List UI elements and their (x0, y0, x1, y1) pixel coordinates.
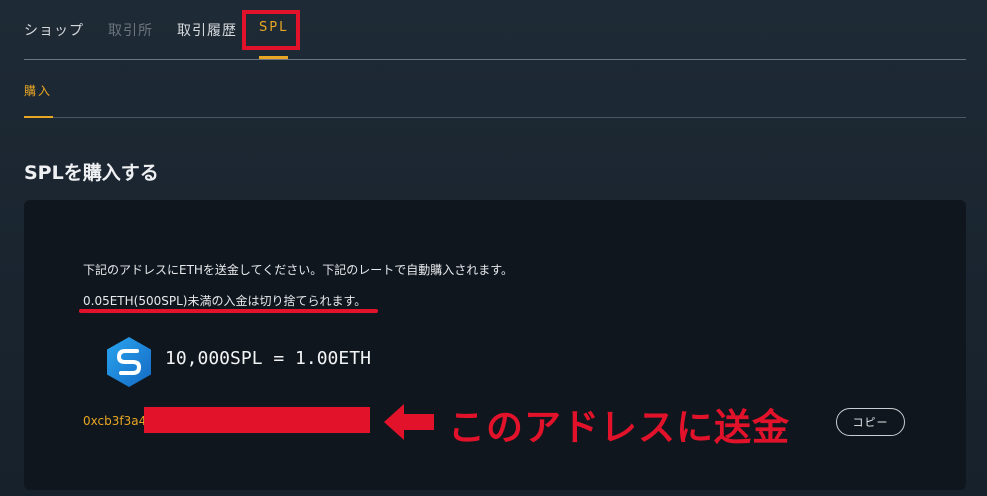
deposit-instruction: 下記のアドレスにETHを送金してください。下記のレートで自動購入されます。 (83, 263, 514, 277)
address-redaction (144, 407, 370, 433)
active-subtab-indicator (24, 116, 53, 118)
page-title: SPLを購入する (24, 162, 159, 184)
minimum-deposit-warning: 0.05ETH(500SPL)未満の入金は切り捨てられます。 (83, 294, 367, 308)
deposit-address[interactable]: 0xcb3f3a4 (83, 414, 146, 428)
top-tab-bar: ショップ 取引所 取引履歴 SPL (24, 0, 966, 60)
copy-button[interactable]: コピー (836, 408, 905, 436)
active-tab-indicator (259, 56, 288, 59)
left-arrow-icon (384, 404, 434, 440)
sub-tab-bar: 購入 (24, 60, 966, 118)
spl-token-icon (107, 337, 151, 387)
send-to-address-callout: このアドレスに送金 (448, 406, 790, 449)
tab-spl[interactable]: SPL (259, 20, 288, 35)
tab-history[interactable]: 取引履歴 (177, 20, 237, 40)
subtab-buy[interactable]: 購入 (24, 82, 52, 99)
purchase-panel: 下記のアドレスにETHを送金してください。下記のレートで自動購入されます。 0.… (24, 200, 966, 490)
tab-shop[interactable]: ショップ (24, 20, 84, 40)
exchange-rate: 10,000SPL = 1.00ETH (165, 348, 371, 369)
tab-exchange[interactable]: 取引所 (108, 20, 153, 40)
warning-underline-annotation (79, 309, 378, 313)
